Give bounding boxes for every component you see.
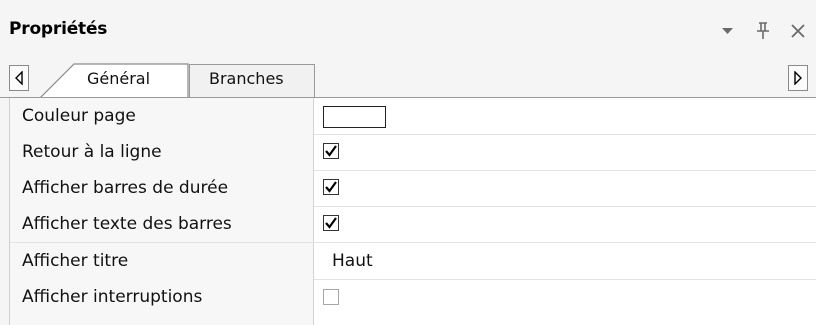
property-name: Afficher interruptions xyxy=(22,287,203,307)
property-value-titre[interactable]: Haut xyxy=(332,251,373,271)
property-name-cell: Couleur page xyxy=(9,98,314,134)
property-name-cell: Afficher titre xyxy=(9,243,314,279)
chevron-down-icon[interactable] xyxy=(717,20,739,42)
tab-scroll-right-button[interactable] xyxy=(788,65,808,91)
property-name: Afficher texte des barres xyxy=(22,214,232,234)
panel-title: Propriétés xyxy=(9,19,108,39)
color-swatch[interactable] xyxy=(323,106,386,128)
property-row-barres-duree[interactable]: Afficher barres de durée xyxy=(9,170,816,207)
checkbox-barres-duree[interactable] xyxy=(323,179,339,195)
property-name: Retour à la ligne xyxy=(22,142,162,162)
checkmark-icon xyxy=(325,145,337,157)
checkbox-interruptions[interactable] xyxy=(323,289,339,305)
pin-icon[interactable] xyxy=(752,20,774,42)
grid-left-border xyxy=(9,98,10,325)
checkbox-retour-ligne[interactable] xyxy=(323,143,339,159)
property-row-afficher-titre[interactable]: Afficher titre Haut xyxy=(9,243,816,280)
tab-scroll-left-button[interactable] xyxy=(9,65,29,91)
close-icon[interactable] xyxy=(787,20,809,42)
checkmark-icon xyxy=(325,181,337,193)
property-grid: Couleur page Retour à la ligne Afficher … xyxy=(9,98,816,325)
property-name: Afficher titre xyxy=(22,251,129,271)
property-row-texte-barres[interactable]: Afficher texte des barres xyxy=(9,206,816,243)
property-name-cell: Afficher texte des barres xyxy=(9,206,314,242)
property-name: Couleur page xyxy=(22,106,136,126)
checkbox-texte-barres[interactable] xyxy=(323,215,339,231)
properties-panel: Propriétés Général Branches Couleur page xyxy=(0,0,816,325)
property-name-cell: Retour à la ligne xyxy=(9,134,314,170)
tab-general-label: Général xyxy=(87,69,151,88)
property-name: Afficher barres de durée xyxy=(22,178,229,198)
property-name-cell: Afficher barres de durée xyxy=(9,170,314,206)
checkmark-icon xyxy=(325,217,337,229)
tab-branches-label: Branches xyxy=(209,69,284,88)
property-row-retour-ligne[interactable]: Retour à la ligne xyxy=(9,134,816,171)
property-row-couleur-page[interactable]: Couleur page xyxy=(9,98,816,135)
property-name-cell: Afficher interruptions xyxy=(9,279,314,325)
title-bar: Propriétés xyxy=(0,0,816,62)
property-row-interruptions[interactable]: Afficher interruptions xyxy=(9,279,816,325)
